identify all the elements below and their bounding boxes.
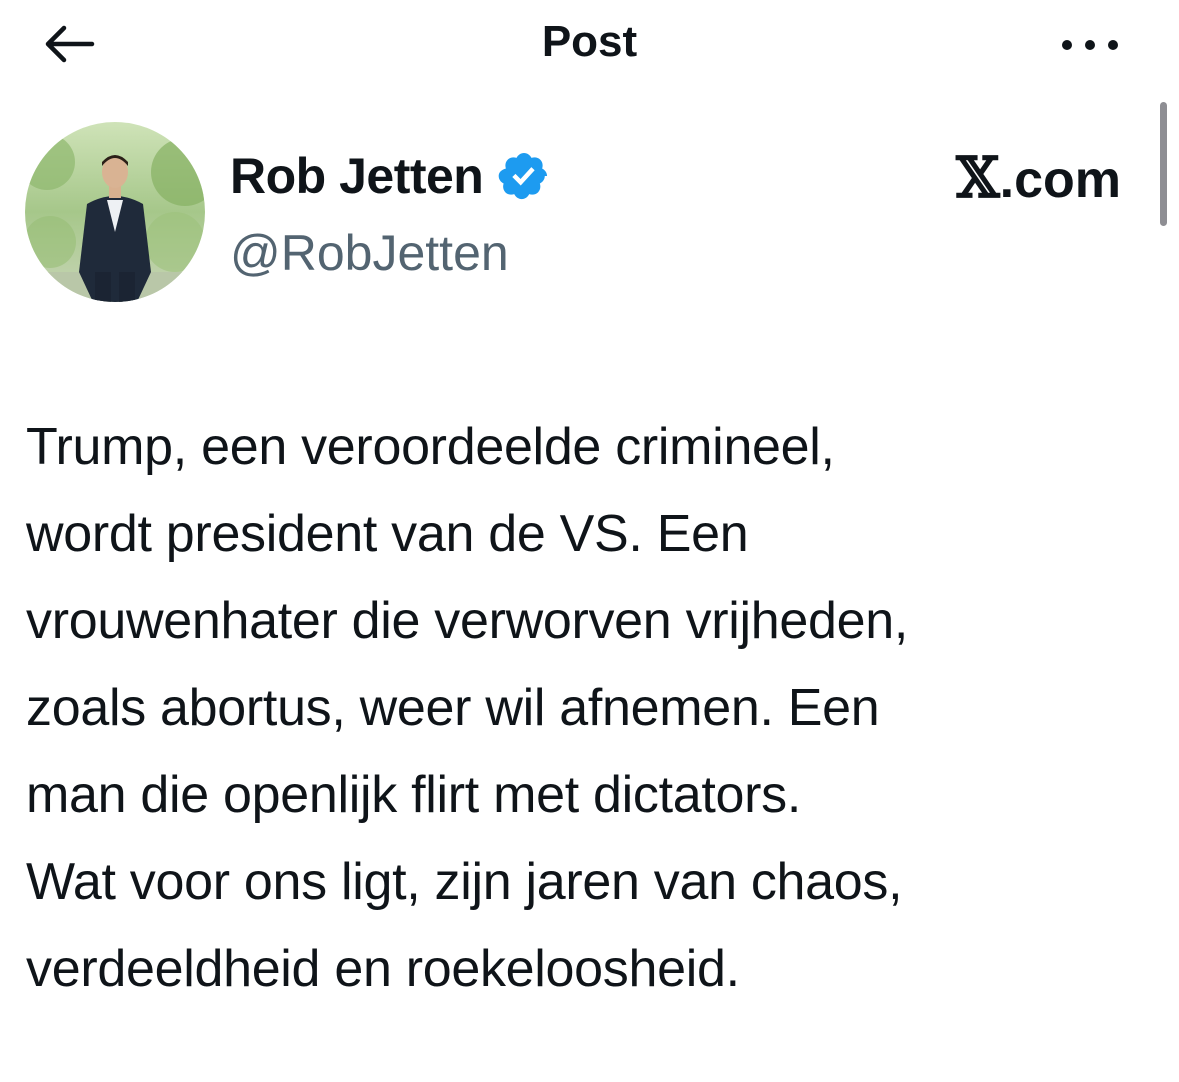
- verified-badge-icon: [499, 152, 548, 200]
- more-dot: [1085, 40, 1095, 50]
- more-dot: [1108, 40, 1118, 50]
- avatar-photo: [25, 122, 205, 302]
- post-line: man die openlijk flirt met dictators.: [26, 766, 801, 824]
- post-line: Trump, een veroordeelde crimineel,: [26, 418, 835, 476]
- brand-watermark: 𝕏.com: [956, 148, 1121, 210]
- x-logo: 𝕏: [956, 145, 1000, 211]
- top-bar: Post: [0, 0, 1179, 90]
- avatar[interactable]: [25, 122, 205, 302]
- post-line: vrouwenhater die verworven vrijheden,: [26, 592, 909, 650]
- page-title: Post: [541, 17, 638, 66]
- more-options-button[interactable]: [1050, 20, 1130, 68]
- author-name[interactable]: Rob Jetten: [230, 147, 484, 205]
- author-name-row: Rob Jetten: [230, 146, 551, 206]
- post-line: wordt president van de VS. Een: [26, 505, 749, 563]
- post-text: Trump, een veroordeelde crimineel, wordt…: [26, 404, 1156, 1013]
- scrollbar[interactable]: [1160, 102, 1167, 226]
- post-line: verdeeldheid en roekeloosheid.: [26, 940, 740, 998]
- more-horizontal-icon: [1062, 40, 1072, 50]
- author-handle[interactable]: @RobJetten: [230, 224, 509, 282]
- post-line: Wat voor ons ligt, zijn jaren van chaos,: [26, 853, 903, 911]
- post-line: zoals abortus, weer wil afnemen. Een: [26, 679, 880, 737]
- brand-text: .com: [999, 151, 1121, 209]
